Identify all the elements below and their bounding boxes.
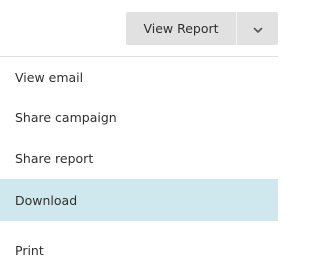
- menu-item-share-report[interactable]: Share report: [0, 137, 278, 179]
- menu-item-label: Share campaign: [15, 109, 117, 125]
- menu-item-label: Share report: [15, 150, 94, 166]
- menu-item-label: Print: [15, 242, 44, 258]
- menu-item-label: Download: [15, 192, 78, 208]
- chevron-down-icon: [253, 19, 263, 38]
- menu-item-share-campaign[interactable]: Share campaign: [0, 97, 278, 137]
- menu-item-view-email[interactable]: View email: [0, 57, 278, 97]
- view-report-button[interactable]: View Report: [126, 12, 237, 45]
- report-actions-panel: View Report View email Share campaign Sh…: [0, 0, 278, 275]
- menu-item-print[interactable]: Print: [0, 225, 278, 275]
- menu-item-download[interactable]: Download: [0, 179, 278, 221]
- view-report-split-button: View Report: [126, 12, 278, 45]
- report-actions-menu: View email Share campaign Share report D…: [0, 56, 278, 275]
- view-report-dropdown-toggle[interactable]: [237, 12, 278, 45]
- view-report-label: View Report: [143, 21, 219, 36]
- menu-item-label: View email: [15, 69, 84, 85]
